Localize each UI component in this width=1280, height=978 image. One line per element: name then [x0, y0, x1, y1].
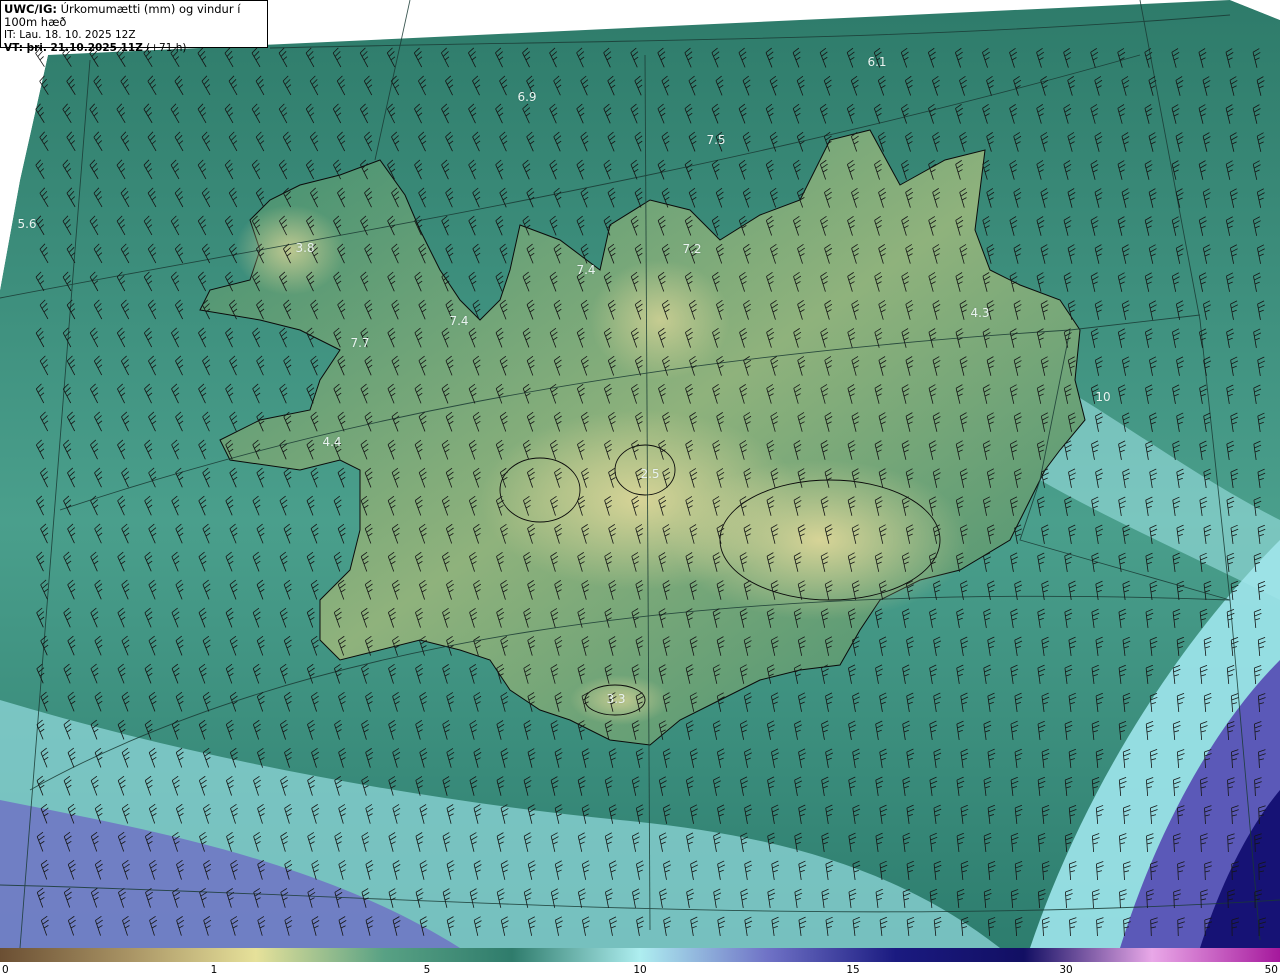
point-value: 7.7 [350, 336, 370, 350]
legend-tick: 5 [423, 964, 431, 976]
point-value: 3.3 [606, 692, 626, 706]
color-legend: 0 1 5 10 15 30 50 [0, 948, 1280, 978]
header-valid-time: VT: þri. 21.10.2025 11Z [4, 42, 143, 54]
point-value: 4.3 [970, 306, 990, 320]
point-value: 4.4 [322, 435, 342, 449]
header-lead: (+71 h) [146, 42, 187, 54]
legend-tick: 1 [210, 964, 218, 976]
header-valid-line: VT: þri. 21.10.2025 11Z (+71 h) [4, 42, 264, 55]
highland-north [590, 260, 730, 380]
legend-tick: 0 [2, 964, 9, 976]
legend-tick: 15 [846, 964, 860, 976]
header-initial-time: IT: Lau. 18. 10. 2025 12Z [4, 29, 136, 41]
highland-westfjords [235, 205, 345, 295]
point-value: 7.2 [682, 242, 702, 256]
forecast-map[interactable]: UWC/IG: Úrkomumætti (mm) og vindur í 100… [0, 0, 1280, 948]
header-box: UWC/IG: Úrkomumætti (mm) og vindur í 100… [0, 0, 268, 54]
point-value: 10 [1095, 390, 1111, 404]
legend-tick: 10 [633, 964, 647, 976]
point-value: 7.4 [576, 263, 596, 277]
legend-colorbar [0, 948, 1280, 962]
point-value: 5.6 [17, 217, 37, 231]
point-value: 7.5 [706, 133, 726, 147]
legend-tick: 50 [1264, 964, 1278, 976]
point-value: 3.8 [295, 241, 315, 255]
point-value: 2.5 [640, 467, 660, 481]
point-value: 7.4 [449, 314, 469, 328]
header-title-line: UWC/IG: Úrkomumætti (mm) og vindur í 100… [4, 3, 264, 29]
point-value: 6.9 [517, 90, 537, 104]
point-value: 6.1 [867, 55, 887, 69]
legend-tick: 30 [1059, 964, 1073, 976]
highland-east [670, 460, 970, 620]
header-product: UWC/IG: [4, 2, 57, 16]
